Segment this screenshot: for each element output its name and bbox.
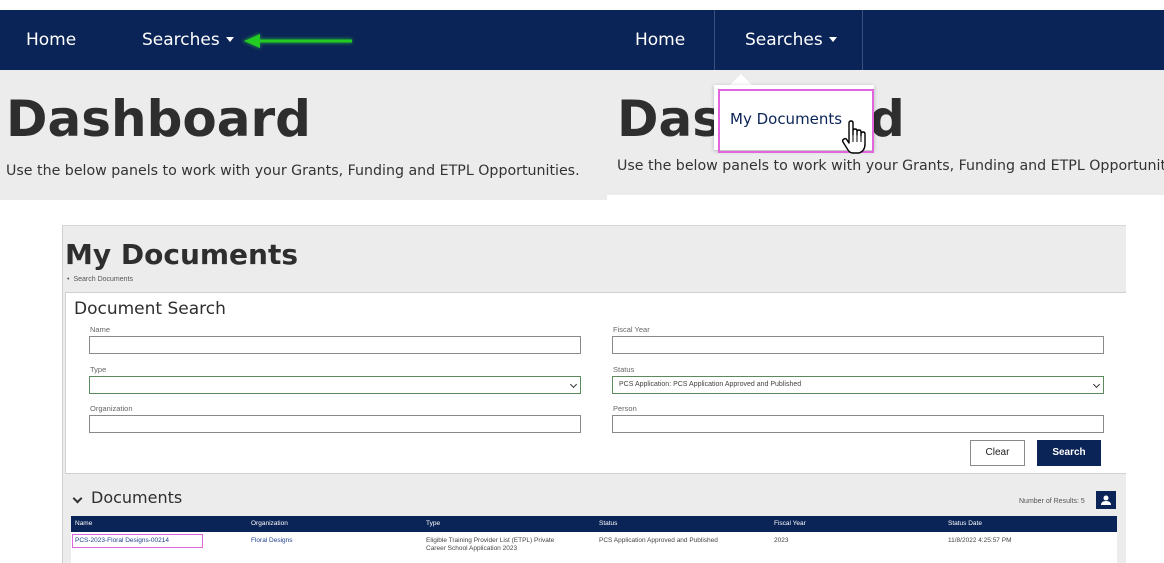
- fiscal-year-label: Fiscal Year: [613, 325, 650, 334]
- dropdown-notch: [730, 74, 752, 85]
- page-title: My Documents: [65, 238, 299, 271]
- dashboard-subtitle: Use the below panels to work with your G…: [6, 163, 580, 179]
- col-name[interactable]: Name: [75, 516, 92, 532]
- type-select[interactable]: [89, 376, 581, 394]
- nav-divider: [714, 10, 715, 70]
- type-line-2: Career School Application 2023: [426, 545, 518, 552]
- green-arrow-icon: [242, 33, 352, 49]
- col-fiscal-year[interactable]: Fiscal Year: [774, 516, 806, 532]
- status-date-cell: 11/8/2022 4:25:57 PM: [948, 537, 1012, 544]
- main-nav-open: Home Searches: [607, 10, 1164, 70]
- type-line-1: Eligible Training Provider List (ETPL) P…: [426, 537, 555, 544]
- document-search-title: Document Search: [74, 299, 226, 319]
- organization-label: Organization: [90, 404, 133, 413]
- nav-home[interactable]: Home: [635, 10, 685, 70]
- nav-divider: [862, 10, 863, 70]
- dashboard-title: Dashboard: [6, 90, 311, 148]
- person-label: Person: [613, 404, 637, 413]
- dashboard-subtitle: Use the below panels to work with your G…: [617, 158, 1164, 174]
- nav-searches[interactable]: Searches: [142, 10, 234, 70]
- highlight-box: [72, 534, 203, 548]
- person-input[interactable]: [612, 415, 1104, 433]
- dashboard-panel-left: Home Searches Dashboard Use the below pa…: [0, 0, 607, 200]
- dashboard-panel-right: Home Searches Das d Use the below panels…: [607, 0, 1164, 195]
- type-cell: Eligible Training Provider List (ETPL) P…: [426, 537, 554, 553]
- chevron-down-icon: [569, 380, 578, 389]
- top-border: [0, 0, 607, 10]
- clear-button[interactable]: Clear: [970, 440, 1025, 466]
- dashboard-title-partial-left: Das: [617, 90, 723, 148]
- status-cell: PCS Application Approved and Published: [599, 537, 718, 544]
- status-select[interactable]: PCS Application: PCS Application Approve…: [612, 376, 1104, 394]
- nav-searches-label: Searches: [142, 30, 220, 50]
- nav-searches-label: Searches: [745, 30, 823, 50]
- name-input[interactable]: [89, 336, 581, 354]
- results-count: Number of Results: 5: [1019, 498, 1085, 505]
- pointer-hand-icon: [841, 120, 866, 154]
- export-button[interactable]: [1096, 491, 1116, 509]
- my-documents-panel: My Documents Search Documents Document S…: [62, 225, 1126, 563]
- nav-home[interactable]: Home: [26, 10, 76, 70]
- fiscal-year-input[interactable]: [612, 336, 1104, 354]
- documents-title: Documents: [91, 488, 183, 507]
- export-icon: [1101, 495, 1111, 505]
- status-select-value: PCS Application: PCS Application Approve…: [619, 381, 802, 388]
- breadcrumb[interactable]: Search Documents: [67, 276, 133, 283]
- dashboard-title-partial-right: d: [869, 90, 905, 148]
- caret-down-icon: [828, 36, 837, 42]
- name-label: Name: [90, 325, 111, 334]
- organization-input[interactable]: [89, 415, 581, 433]
- status-label: Status: [613, 365, 635, 374]
- chevron-down-icon: [1092, 380, 1101, 389]
- documents-table-header: Name Organization Type Status Fiscal Yea…: [71, 516, 1117, 532]
- organization-link[interactable]: Floral Designs: [251, 537, 293, 545]
- col-status-date[interactable]: Status Date: [948, 516, 982, 532]
- collapse-chevron-icon[interactable]: [72, 493, 83, 504]
- nav-searches[interactable]: Searches: [745, 10, 837, 70]
- table-row: PCS-2023-Floral Designs-00214 Floral Des…: [71, 532, 1117, 563]
- fiscal-year-cell: 2023: [774, 537, 789, 544]
- type-label: Type: [90, 365, 107, 374]
- document-search-card: Document Search Name Fiscal Year Type St…: [65, 292, 1126, 474]
- col-status[interactable]: Status: [599, 516, 617, 532]
- col-organization[interactable]: Organization: [251, 516, 288, 532]
- col-type[interactable]: Type: [426, 516, 440, 532]
- caret-down-icon: [225, 36, 234, 42]
- top-border: [607, 0, 1164, 10]
- search-button[interactable]: Search: [1037, 440, 1101, 466]
